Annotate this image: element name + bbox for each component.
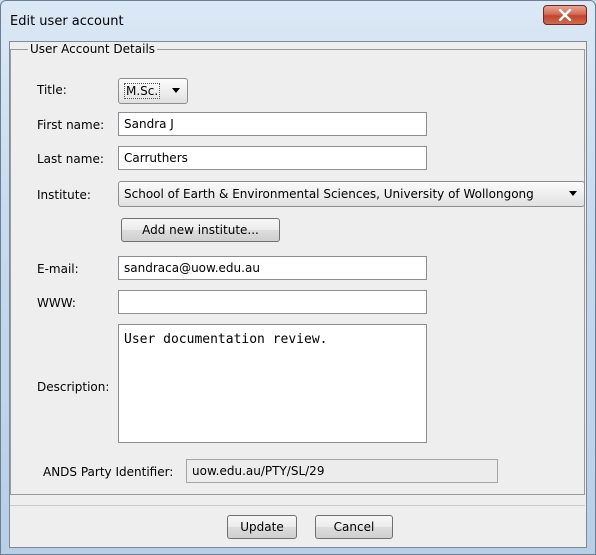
title-bar[interactable]: Edit user account: [1, 1, 595, 41]
add-new-institute-button[interactable]: Add new institute...: [121, 218, 280, 242]
first-name-field[interactable]: Sandra J: [118, 112, 427, 136]
close-icon: [558, 9, 572, 21]
ands-party-identifier-label: ANDS Party Identifier:: [43, 465, 174, 479]
chevron-down-icon: [569, 191, 577, 196]
institute-select-value: School of Earth & Environmental Sciences…: [124, 187, 534, 201]
first-name-label: First name:: [37, 118, 105, 132]
chevron-down-icon: [172, 88, 180, 93]
cancel-button[interactable]: Cancel: [315, 515, 393, 539]
description-textarea[interactable]: User documentation review.: [118, 324, 427, 443]
title-select[interactable]: M.Sc.: [118, 78, 188, 104]
dialog-window: Edit user account User Account Details T…: [0, 0, 596, 555]
title-select-value: M.Sc.: [124, 83, 161, 99]
institute-select[interactable]: School of Earth & Environmental Sciences…: [118, 181, 585, 207]
description-label: Description:: [37, 380, 110, 394]
update-button[interactable]: Update: [227, 515, 297, 539]
www-label: WWW:: [37, 296, 76, 310]
last-name-label: Last name:: [37, 152, 104, 166]
institute-label: Institute:: [37, 188, 91, 202]
window-title: Edit user account: [10, 14, 124, 29]
email-label: E-mail:: [37, 262, 79, 276]
last-name-field[interactable]: Carruthers: [118, 146, 427, 170]
www-field[interactable]: [118, 290, 427, 314]
title-label: Title:: [37, 83, 67, 97]
group-legend: User Account Details: [28, 42, 158, 56]
footer-divider: [10, 505, 585, 506]
close-button[interactable]: [543, 5, 587, 25]
email-field[interactable]: sandraca@uow.edu.au: [118, 256, 427, 280]
ands-party-identifier-field: uow.edu.au/PTY/SL/29: [186, 459, 498, 483]
